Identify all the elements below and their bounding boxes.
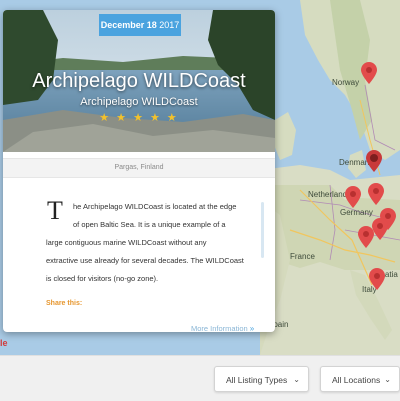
share-label: Share this: <box>46 300 83 307</box>
listing-photo[interactable]: December 18 2017 Archipelago WILDCoast A… <box>3 10 275 152</box>
description-dropcap: T <box>47 196 63 225</box>
map-label-norway: Norway <box>332 78 360 87</box>
double-chevron-right-icon: » <box>249 324 255 332</box>
locations-select[interactable]: All Locations ⌄ <box>320 366 400 392</box>
date-year: 2017 <box>159 20 180 30</box>
description-line: he Archipelago WILDCoast is located at t… <box>73 202 237 211</box>
date-day: December 18 <box>100 20 157 30</box>
description-line: extractive use already for several decad… <box>46 256 244 265</box>
listing-subtitle: Archipelago WILDCoast <box>80 96 198 108</box>
rating-stars: ★ ★ ★ ★ ★ <box>99 112 179 124</box>
description-line: large contiguous marine WILDCoast withou… <box>46 238 207 247</box>
filter-bar: All Listing Types ⌄ All Locations ⌄ <box>0 355 400 401</box>
map-label-germany: Germany <box>340 208 373 217</box>
description-line: of open Baltic Sea. It is a unique examp… <box>73 220 226 229</box>
chevron-down-icon: ⌄ <box>293 375 300 384</box>
locations-value: All Locations <box>332 375 381 385</box>
description-scrollbar[interactable] <box>261 202 264 258</box>
listing-types-select[interactable]: All Listing Types ⌄ <box>214 366 309 392</box>
map-pin-austria[interactable] <box>372 218 388 240</box>
map-pin-bavaria[interactable] <box>358 226 374 248</box>
listing-title[interactable]: Archipelago WILDCoast <box>3 70 275 93</box>
map-label-france: France <box>290 252 315 261</box>
listing-types-value: All Listing Types <box>226 375 288 385</box>
date-badge: December 18 2017 <box>99 14 181 36</box>
more-information-label: More Information <box>191 324 248 332</box>
description-line: is closed for visitors (no-go zone). <box>46 274 159 283</box>
map-pin-norway[interactable] <box>361 62 377 84</box>
map-pin-finland-focus[interactable] <box>366 150 382 172</box>
chevron-down-icon: ⌄ <box>384 375 391 384</box>
google-logo-fragment: le <box>0 338 8 348</box>
map-pin-italy[interactable] <box>369 268 385 290</box>
map-pin-germany-north[interactable] <box>345 186 361 208</box>
listing-location: Pargas, Finland <box>3 158 275 178</box>
map-pin-poland[interactable] <box>368 183 384 205</box>
listing-info-card: December 18 2017 Archipelago WILDCoast A… <box>3 10 275 332</box>
more-information-link[interactable]: More Information » <box>191 324 254 332</box>
